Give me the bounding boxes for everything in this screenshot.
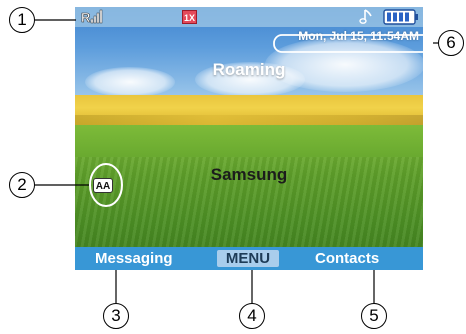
- callout-5: 5: [361, 303, 387, 329]
- callout-1: 1: [9, 7, 35, 33]
- datetime-highlight-ring: [273, 34, 434, 53]
- callout-3: 3: [103, 303, 129, 329]
- callout-6: 6: [438, 30, 464, 56]
- callout-leaders: [35, 19, 439, 303]
- aa-highlight-ring: [89, 163, 123, 207]
- callout-4: 4: [239, 303, 265, 329]
- callout-2: 2: [9, 172, 35, 198]
